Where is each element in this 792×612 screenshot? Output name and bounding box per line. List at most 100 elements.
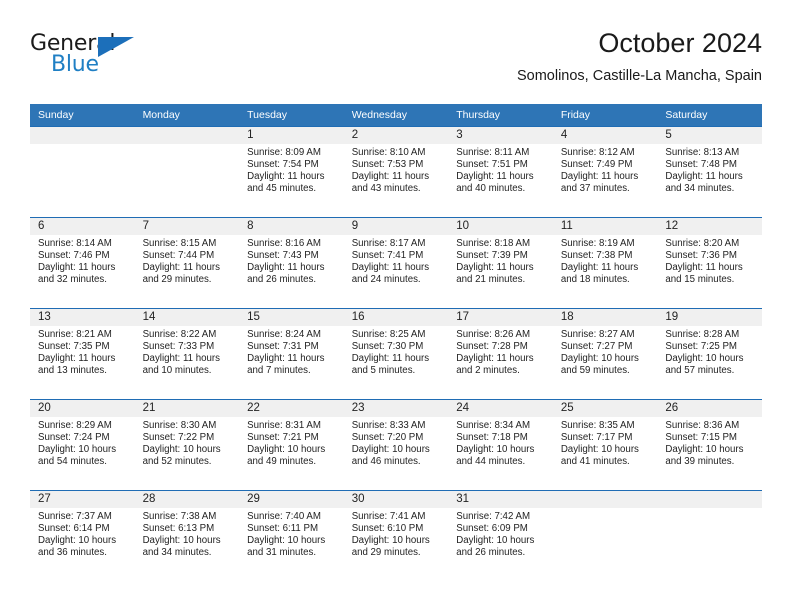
calendar-day-cell[interactable]: 29 Sunrise: 7:40 AM Sunset: 6:11 PM Dayligh… [239, 491, 344, 581]
day-number: 9 [343, 218, 449, 235]
day-number: 30 [343, 491, 449, 508]
day-detail-line: Daylight: 11 hours [665, 171, 743, 183]
weekday-header-wednesday: Wednesday [343, 104, 449, 127]
day-number: 5 [657, 127, 762, 144]
calendar-day-cell[interactable]: 4 Sunrise: 8:12 AM Sunset: 7:49 PM Daylight… [552, 127, 658, 217]
day-detail-line: and 29 minutes. [142, 274, 212, 286]
day-details: Sunrise: 8:22 AM Sunset: 7:33 PM Daylight:… [135, 326, 240, 377]
day-detail-line: and 26 minutes. [456, 547, 526, 559]
day-detail-line: and 52 minutes. [142, 456, 212, 468]
day-number [134, 127, 240, 144]
calendar-day-cell[interactable]: 30 Sunrise: 7:41 AM Sunset: 6:10 PM Dayligh… [343, 491, 449, 581]
day-number: 18 [552, 309, 658, 326]
calendar-day-cell[interactable]: 14 Sunrise: 8:22 AM Sunset: 7:33 PM Dayligh… [134, 309, 240, 399]
brand-logo[interactable]: General Blue [30, 32, 150, 84]
calendar-day-cell[interactable]: 25 Sunrise: 8:35 AM Sunset: 7:17 PM Dayligh… [552, 400, 658, 490]
day-details: Sunrise: 8:33 AM Sunset: 7:20 PM Daylight:… [344, 417, 449, 468]
day-detail-line: Daylight: 11 hours [247, 171, 325, 183]
day-details [30, 144, 135, 147]
calendar-day-cell[interactable]: 28 Sunrise: 7:38 AM Sunset: 6:13 PM Dayligh… [134, 491, 240, 581]
day-detail-line: and 15 minutes. [665, 274, 735, 286]
calendar-day-cell[interactable]: 20 Sunrise: 8:29 AM Sunset: 7:24 PM Dayligh… [30, 400, 135, 490]
calendar-day-cell[interactable]: 19 Sunrise: 8:28 AM Sunset: 7:25 PM Dayligh… [657, 309, 762, 399]
day-detail-line: and 21 minutes. [456, 274, 526, 286]
day-detail-line: Daylight: 10 hours [142, 535, 221, 547]
calendar-day-cell[interactable]: 10 Sunrise: 8:18 AM Sunset: 7:39 PM Dayligh… [448, 218, 553, 308]
weekday-header-sunday: Sunday [30, 104, 135, 127]
day-detail-line: Daylight: 10 hours [560, 353, 639, 365]
day-detail-line: and 59 minutes. [560, 365, 630, 377]
day-details: Sunrise: 8:11 AM Sunset: 7:51 PM Daylight:… [448, 144, 553, 195]
calendar-day-cell[interactable]: 31 Sunrise: 7:42 AM Sunset: 6:09 PM Dayligh… [448, 491, 553, 581]
day-detail-line: Sunset: 7:27 PM [560, 341, 633, 353]
calendar-day-cell[interactable]: 2 Sunrise: 8:10 AM Sunset: 7:53 PM Daylight… [343, 127, 449, 217]
calendar-day-cell[interactable]: 27 Sunrise: 7:37 AM Sunset: 6:14 PM Dayligh… [30, 491, 135, 581]
calendar-day-cell[interactable]: 1 Sunrise: 8:09 AM Sunset: 7:54 PM Daylight… [239, 127, 344, 217]
day-details: Sunrise: 8:24 AM Sunset: 7:31 PM Daylight:… [239, 326, 344, 377]
day-detail-line: and 26 minutes. [247, 274, 317, 286]
calendar-day-cell[interactable]: 15 Sunrise: 8:24 AM Sunset: 7:31 PM Dayligh… [239, 309, 344, 399]
calendar-day-cell[interactable]: 12 Sunrise: 8:20 AM Sunset: 7:36 PM Dayligh… [657, 218, 762, 308]
day-detail-line: Daylight: 11 hours [456, 353, 534, 365]
day-detail-line: and 2 minutes. [456, 365, 520, 377]
calendar-day-cell[interactable]: 16 Sunrise: 8:25 AM Sunset: 7:30 PM Dayligh… [343, 309, 449, 399]
calendar-day-cell[interactable]: 8 Sunrise: 8:16 AM Sunset: 7:43 PM Daylight… [239, 218, 344, 308]
day-number: 24 [448, 400, 553, 417]
calendar-day-cell[interactable]: 9 Sunrise: 8:17 AM Sunset: 7:41 PM Daylight… [343, 218, 449, 308]
day-detail-line: and 13 minutes. [38, 365, 107, 377]
calendar-day-cell[interactable]: 5 Sunrise: 8:13 AM Sunset: 7:48 PM Daylight… [657, 127, 762, 217]
calendar-day-cell[interactable]: 26 Sunrise: 8:36 AM Sunset: 7:15 PM Dayligh… [657, 400, 762, 490]
day-detail-line: Sunrise: 8:15 AM [142, 238, 217, 249]
calendar-day-cell[interactable]: 24 Sunrise: 8:34 AM Sunset: 7:18 PM Dayligh… [448, 400, 553, 490]
day-detail-line: Sunrise: 8:24 AM [247, 329, 321, 340]
calendar-week-row: 6 Sunrise: 8:14 AM Sunset: 7:46 PM Daylight… [30, 217, 762, 309]
day-detail-line: Daylight: 10 hours [38, 535, 117, 547]
day-detail-line: Sunset: 6:13 PM [142, 523, 215, 535]
day-detail-line: and 45 minutes. [247, 183, 317, 195]
day-number: 31 [448, 491, 553, 508]
day-detail-line: Daylight: 11 hours [142, 262, 220, 274]
calendar-header-row: Sunday Monday Tuesday Wednesday Thursday Frid… [30, 104, 762, 127]
day-detail-line: Daylight: 10 hours [560, 444, 639, 456]
day-detail-line: and 7 minutes. [247, 365, 311, 377]
day-detail-line: and 41 minutes. [560, 456, 630, 468]
day-details: Sunrise: 8:15 AM Sunset: 7:44 PM Daylight:… [135, 235, 240, 286]
day-detail-line: Sunset: 7:39 PM [456, 250, 528, 262]
day-detail-line: Daylight: 11 hours [456, 171, 534, 183]
day-details: Sunrise: 8:20 AM Sunset: 7:36 PM Daylight:… [657, 235, 762, 286]
day-details: Sunrise: 8:09 AM Sunset: 7:54 PM Daylight:… [239, 144, 344, 195]
calendar-day-cell[interactable]: 23 Sunrise: 8:33 AM Sunset: 7:20 PM Dayligh… [343, 400, 449, 490]
day-detail-line: Sunrise: 8:11 AM [456, 147, 530, 158]
calendar-day-cell[interactable]: 21 Sunrise: 8:30 AM Sunset: 7:22 PM Dayligh… [134, 400, 240, 490]
calendar-day-cell[interactable]: 17 Sunrise: 8:26 AM Sunset: 7:28 PM Dayligh… [448, 309, 553, 399]
day-detail-line: Daylight: 10 hours [351, 444, 430, 456]
day-detail-line: Sunrise: 7:41 AM [351, 511, 426, 522]
calendar-day-cell-empty [30, 127, 135, 217]
day-details: Sunrise: 8:10 AM Sunset: 7:53 PM Daylight:… [344, 144, 449, 195]
calendar-table: Sunday Monday Tuesday Wednesday Thursday Frid… [30, 104, 762, 581]
day-detail-line: Daylight: 11 hours [456, 262, 534, 274]
day-detail-line: and 36 minutes. [38, 547, 107, 559]
calendar-day-cell[interactable]: 11 Sunrise: 8:19 AM Sunset: 7:38 PM Dayligh… [552, 218, 658, 308]
calendar-day-cell[interactable]: 7 Sunrise: 8:15 AM Sunset: 7:44 PM Daylight… [134, 218, 240, 308]
day-detail-line: Sunrise: 8:26 AM [456, 329, 531, 340]
day-detail-line: Daylight: 10 hours [247, 444, 326, 456]
day-detail-line: Sunset: 7:41 PM [351, 250, 424, 262]
calendar-day-cell[interactable]: 6 Sunrise: 8:14 AM Sunset: 7:46 PM Daylight… [30, 218, 135, 308]
day-detail-line: and 40 minutes. [456, 183, 526, 195]
triangle-logo-icon [98, 37, 134, 57]
calendar-day-cell[interactable]: 3 Sunrise: 8:11 AM Sunset: 7:51 PM Daylight… [448, 127, 553, 217]
day-details: Sunrise: 8:18 AM Sunset: 7:39 PM Daylight:… [448, 235, 553, 286]
day-number: 21 [134, 400, 240, 417]
day-details: Sunrise: 8:16 AM Sunset: 7:43 PM Daylight:… [239, 235, 344, 286]
day-details: Sunrise: 8:30 AM Sunset: 7:22 PM Daylight:… [135, 417, 240, 468]
calendar-day-cell[interactable]: 13 Sunrise: 8:21 AM Sunset: 7:35 PM Dayligh… [30, 309, 135, 399]
day-detail-line: and 29 minutes. [351, 547, 421, 559]
calendar-week-row: 20 Sunrise: 8:29 AM Sunset: 7:24 PM Dayligh… [30, 399, 762, 491]
day-detail-line: and 34 minutes. [665, 183, 735, 195]
calendar-day-cell[interactable]: 22 Sunrise: 8:31 AM Sunset: 7:21 PM Dayligh… [239, 400, 344, 490]
day-detail-line: Daylight: 10 hours [665, 444, 744, 456]
calendar-day-cell[interactable]: 18 Sunrise: 8:27 AM Sunset: 7:27 PM Dayligh… [552, 309, 658, 399]
day-number: 16 [343, 309, 449, 326]
day-detail-line: Daylight: 10 hours [665, 353, 744, 365]
